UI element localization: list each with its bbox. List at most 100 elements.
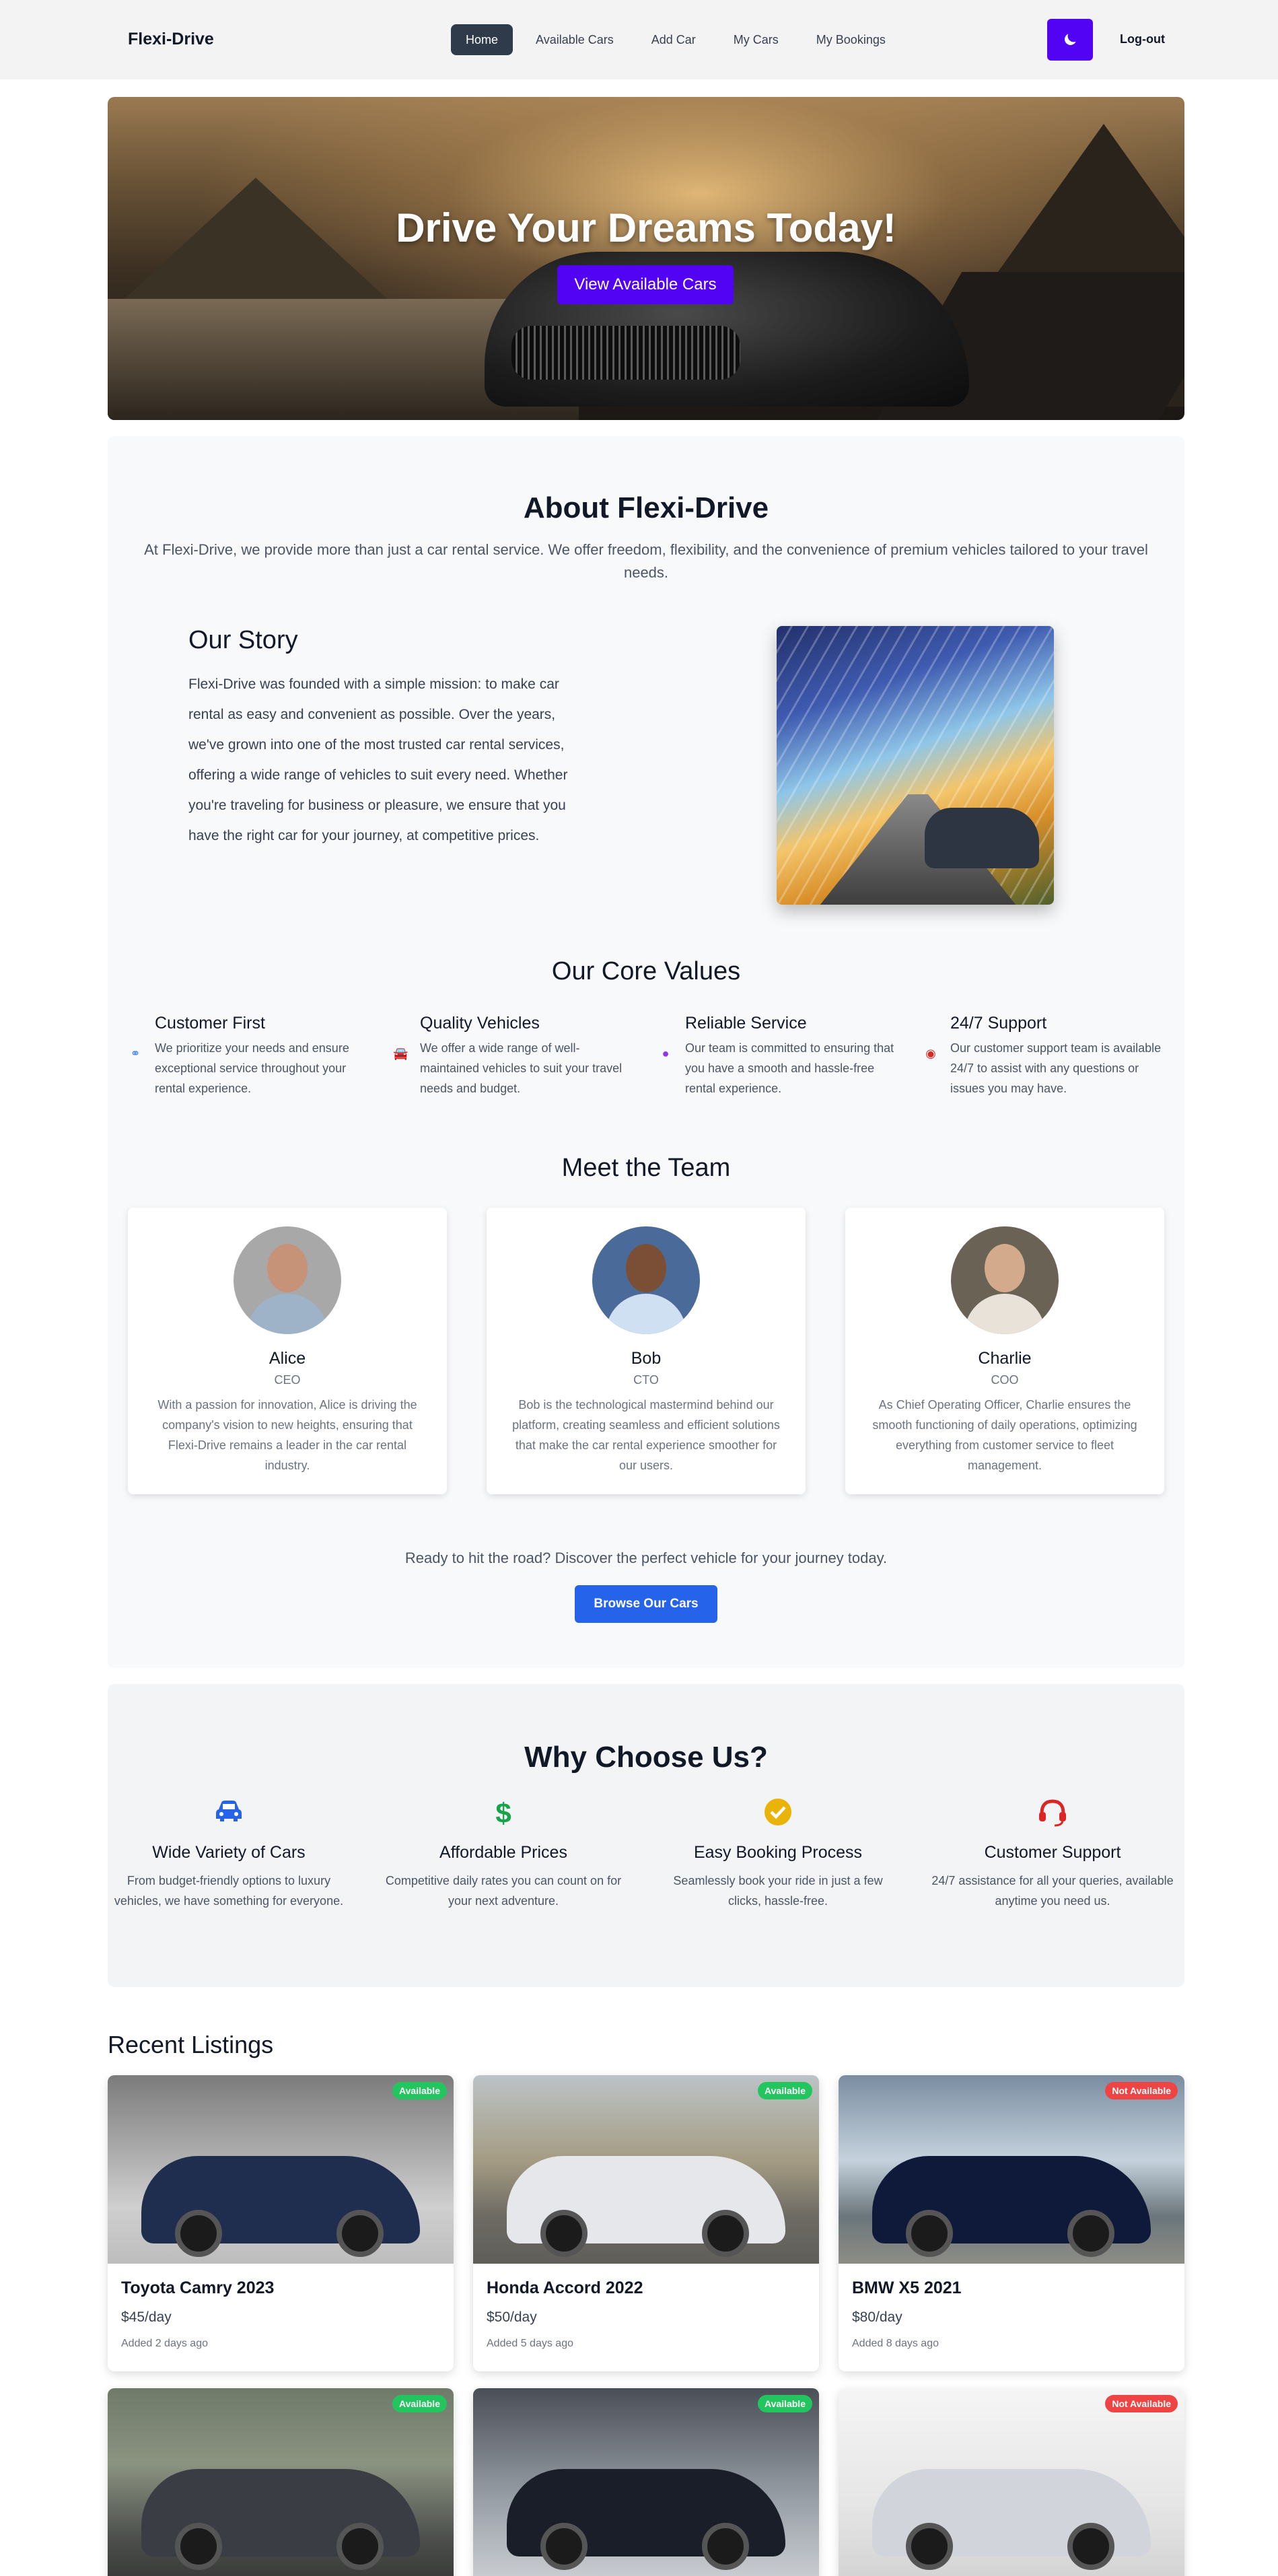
listing-card[interactable]: Not Available [839, 2388, 1184, 2576]
core-value-title: Reliable Service [685, 1014, 807, 1033]
check-circle-icon [657, 1797, 899, 1830]
core-value-desc: We prioritize your needs and ensure exce… [155, 1041, 349, 1095]
listing-card[interactable]: Available Honda Accord 2022 $50/day Adde… [473, 2075, 819, 2371]
team-card-charlie: Charlie COO As Chief Operating Officer, … [845, 1208, 1164, 1494]
team-member-role: COO [991, 1373, 1019, 1387]
why-item-desc: From budget-friendly options to luxury v… [114, 1874, 344, 1908]
lifebuoy-icon: ◉ [925, 1047, 936, 1060]
car-icon: 🚘 [393, 1047, 409, 1060]
team-member-bio: Bob is the technological mastermind behi… [512, 1398, 780, 1472]
team-member-name: Alice [269, 1349, 306, 1368]
dollar-icon: $ [495, 1797, 511, 1829]
status-badge: Not Available [1105, 2082, 1178, 2099]
story-text: Flexi-Drive was founded with a simple mi… [188, 676, 568, 843]
wheel [336, 2210, 384, 2257]
core-value-desc: We offer a wide range of well-maintained… [420, 1041, 623, 1095]
avatar-body [964, 1294, 1045, 1334]
team-member-role: CEO [274, 1373, 301, 1387]
logout-button[interactable]: Log-out [1120, 32, 1165, 46]
listing-price: $50/day [487, 2309, 537, 2325]
handshake-icon: ⚭ [130, 1047, 141, 1060]
nav-link-my-bookings[interactable]: My Bookings [802, 24, 900, 55]
wheel [1067, 2523, 1114, 2570]
core-values-title: Our Core Values [551, 957, 741, 985]
wheel [1067, 2210, 1114, 2257]
why-item-title: Easy Booking Process [693, 1843, 863, 1862]
team-member-bio: As Chief Operating Officer, Charlie ensu… [872, 1398, 1137, 1472]
listing-title: Toyota Camry 2023 [121, 2278, 275, 2297]
avatar [234, 1226, 341, 1334]
listing-card[interactable]: Available [108, 2388, 454, 2576]
listing-card[interactable]: Available Toyota Camry 2023 $45/day Adde… [108, 2075, 454, 2371]
status-badge: Available [392, 2082, 447, 2099]
avatar [592, 1226, 700, 1334]
why-item-title: Wide Variety of Cars [152, 1843, 306, 1862]
wheel [906, 2523, 953, 2570]
nav-link-my-cars[interactable]: My Cars [719, 24, 793, 55]
wheel [336, 2523, 384, 2570]
why-item-desc: Competitive daily rates you can count on… [385, 1874, 622, 1908]
moon-icon [1065, 34, 1076, 45]
wheel [702, 2210, 749, 2257]
listing-title: BMW X5 2021 [852, 2278, 962, 2297]
listing-added: Added 8 days ago [852, 2338, 939, 2349]
story-title: Our Story [188, 626, 298, 654]
status-badge: Not Available [1105, 2395, 1178, 2412]
nav-link-home[interactable]: Home [451, 24, 513, 55]
hero-banner: Drive Your Dreams Today! View Available … [108, 97, 1184, 420]
listing-title: Honda Accord 2022 [487, 2278, 643, 2297]
theme-toggle-button[interactable] [1047, 19, 1093, 61]
hero-car-grille [511, 326, 740, 380]
recent-listings-title: Recent Listings [108, 2031, 274, 2058]
why-item-booking: Easy Booking Process Seamlessly book you… [657, 1797, 899, 1911]
nav-link-add-car[interactable]: Add Car [637, 24, 711, 55]
cta-text: Ready to hit the road? Discover the perf… [404, 1550, 888, 1566]
about-section: About Flexi-Drive At Flexi-Drive, we pro… [108, 436, 1184, 1668]
wheel [540, 2210, 588, 2257]
team-title: Meet the Team [561, 1154, 731, 1182]
users-icon: ● [662, 1047, 670, 1060]
team-card-bob: Bob CTO Bob is the technological masterm… [487, 1208, 806, 1494]
listing-card[interactable]: Available [473, 2388, 819, 2576]
wheel [906, 2210, 953, 2257]
nav-link-available-cars[interactable]: Available Cars [521, 24, 629, 55]
core-value-title: Quality Vehicles [420, 1014, 540, 1033]
nav-links: Home Available Cars Add Car My Cars My B… [451, 24, 900, 55]
headset-icon [931, 1797, 1174, 1830]
view-available-cars-button[interactable]: View Available Cars [557, 265, 734, 304]
core-value-desc: Our team is committed to ensuring that y… [685, 1041, 894, 1095]
wheel [175, 2210, 222, 2257]
story-image [777, 626, 1054, 905]
car-icon [108, 1797, 350, 1830]
why-item-desc: Seamlessly book your ride in just a few … [673, 1874, 883, 1908]
why-item-prices: $ Affordable Prices Competitive daily ra… [382, 1797, 625, 1911]
why-item-desc: 24/7 assistance for all your queries, av… [931, 1874, 1174, 1908]
avatar-head [267, 1244, 308, 1292]
why-item-support: Customer Support 24/7 assistance for all… [931, 1797, 1174, 1911]
story-image-suv [925, 808, 1039, 868]
avatar-body [606, 1294, 686, 1334]
avatar-body [247, 1294, 328, 1334]
status-badge: Available [758, 2082, 812, 2099]
team-member-role: CTO [633, 1373, 659, 1387]
status-badge: Available [758, 2395, 812, 2412]
about-title: About Flexi-Drive [523, 491, 769, 524]
listing-card[interactable]: Not Available BMW X5 2021 $80/day Added … [839, 2075, 1184, 2371]
listing-added: Added 2 days ago [121, 2338, 208, 2349]
wheel [702, 2523, 749, 2570]
avatar-head [985, 1244, 1025, 1292]
browse-our-cars-button[interactable]: Browse Our Cars [575, 1585, 717, 1623]
team-card-alice: Alice CEO With a passion for innovation,… [128, 1208, 447, 1494]
status-badge: Available [392, 2395, 447, 2412]
core-value-title: 24/7 Support [950, 1014, 1047, 1033]
brand-logo[interactable]: Flexi-Drive [128, 30, 214, 49]
core-value-title: Customer First [155, 1014, 265, 1033]
why-item-title: Affordable Prices [439, 1843, 567, 1862]
avatar-head [626, 1244, 666, 1292]
listing-added: Added 5 days ago [487, 2338, 573, 2349]
hero-title: Drive Your Dreams Today! [396, 205, 896, 250]
team-member-name: Charlie [978, 1349, 1032, 1368]
core-value-desc: Our customer support team is available 2… [950, 1041, 1162, 1095]
about-intro: At Flexi-Drive, we provide more than jus… [144, 541, 1148, 581]
avatar [951, 1226, 1059, 1334]
